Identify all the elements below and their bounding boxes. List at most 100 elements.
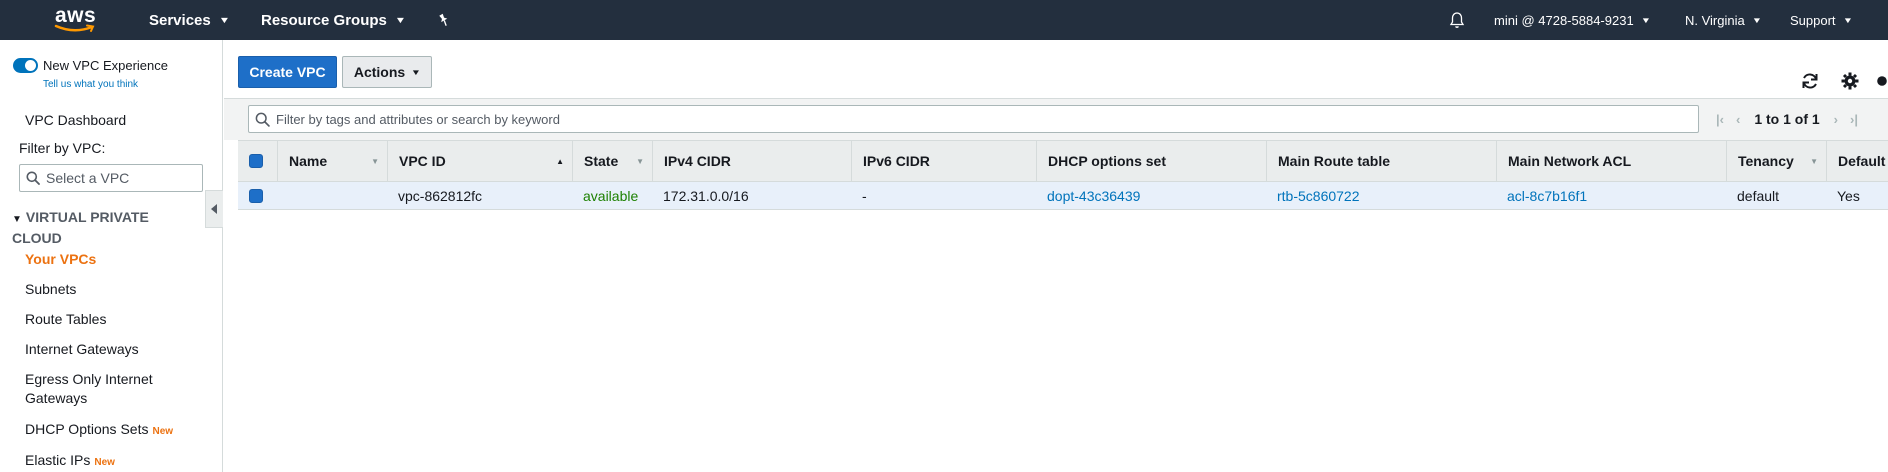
new-vpc-experience-toggle-row[interactable]: New VPC Experience (13, 58, 168, 73)
cell-ipv4-cidr: 172.31.0.0/16 (663, 187, 749, 204)
sidebar-item-egress-only-internet-gateways[interactable]: Egress Only Internet Gateways (25, 370, 175, 408)
gear-icon (1841, 72, 1859, 90)
cell-state: available (583, 187, 639, 204)
help-icon (1877, 76, 1887, 86)
main-content: Create VPC Actions ▼ Filter by tags and … (224, 40, 1888, 472)
column-label: IPv4 CIDR (664, 153, 731, 169)
column-header-tenancy[interactable]: Tenancy ▼ (1726, 141, 1826, 181)
cell-network-acl-link[interactable]: acl-8c7b16f1 (1496, 182, 1726, 209)
sidebar-item-internet-gateways[interactable]: Internet Gateways (25, 340, 139, 359)
aws-smile-icon (54, 24, 95, 32)
last-page-icon[interactable]: ›| (1850, 112, 1858, 127)
filter-by-vpc-label: Filter by VPC: (19, 140, 106, 156)
column-header-main-network-acl[interactable]: Main Network ACL (1496, 141, 1726, 181)
sidebar-item-vpc-dashboard[interactable]: VPC Dashboard (25, 111, 126, 130)
sidebar-item-label: Route Tables (25, 311, 107, 327)
column-label: Default (1838, 153, 1886, 169)
column-header-default[interactable]: Default (1826, 141, 1888, 181)
sort-icon: ▼ (371, 156, 379, 166)
sort-icon: ▼ (1810, 156, 1818, 166)
column-header-dhcp-options-set[interactable]: DHCP options set (1036, 141, 1266, 181)
support-menu[interactable]: Support ▼ (1790, 0, 1853, 40)
sidebar-item-subnets[interactable]: Subnets (25, 280, 76, 299)
create-vpc-button[interactable]: Create VPC (238, 56, 337, 88)
search-input[interactable]: Filter by tags and attributes or search … (248, 105, 1699, 133)
collapse-sidebar-button[interactable] (205, 190, 223, 228)
section-virtual-private-cloud[interactable]: ▼ VIRTUAL PRIVATE CLOUD (12, 208, 182, 247)
account-menu[interactable]: mini @ 4728-5884-9231 ▼ (1494, 0, 1651, 40)
chevron-down-icon: ▼ (411, 67, 422, 77)
pagination-count: 1 to 1 of 1 (1754, 111, 1820, 127)
toggle-label: New VPC Experience (43, 58, 168, 73)
sidebar-item-label: Subnets (25, 281, 77, 297)
chevron-down-icon: ▼ (394, 15, 407, 25)
sort-ascending-icon: ▲ (556, 156, 564, 166)
select-all-checkbox-cell[interactable] (238, 141, 277, 181)
actions-label: Actions (353, 64, 406, 80)
column-header-state[interactable]: State ▼ (572, 141, 652, 181)
row-checkbox-cell[interactable] (238, 182, 277, 209)
sidebar-item-your-vpcs[interactable]: Your VPCs (25, 250, 96, 269)
resource-groups-menu[interactable]: Resource Groups ▼ (261, 0, 407, 40)
sidebar-item-label: Internet Gateways (25, 341, 139, 357)
sidebar-item-label: DHCP Options Sets (25, 421, 149, 437)
notifications-button[interactable] (1449, 0, 1465, 40)
column-label: Main Network ACL (1508, 153, 1632, 169)
actions-button[interactable]: Actions ▼ (342, 56, 432, 88)
bell-icon (1449, 12, 1465, 28)
new-vpc-experience-toggle[interactable] (13, 58, 38, 73)
region-label: N. Virginia (1685, 12, 1745, 28)
services-menu[interactable]: Services ▼ (149, 0, 230, 40)
column-label: IPv6 CIDR (863, 153, 930, 169)
help-button[interactable] (1876, 69, 1888, 93)
column-header-ipv4-cidr[interactable]: IPv4 CIDR (652, 141, 851, 181)
vpc-select-placeholder: Select a VPC (46, 170, 130, 186)
sidebar-item-route-tables[interactable]: Route Tables (25, 310, 106, 329)
sidebar-item-label: Egress Only Internet Gateways (25, 371, 153, 406)
cell-default: Yes (1837, 187, 1860, 204)
column-header-main-route-table[interactable]: Main Route table (1266, 141, 1496, 181)
chevron-down-icon: ▼ (1842, 15, 1853, 25)
first-page-icon[interactable]: |‹ (1716, 112, 1724, 127)
sidebar: New VPC Experience Tell us what you thin… (0, 40, 223, 472)
column-label: Main Route table (1278, 153, 1391, 169)
chevron-left-icon (211, 204, 217, 214)
vpc-select[interactable]: Select a VPC (19, 164, 203, 192)
aws-logo[interactable]: aws (52, 4, 102, 36)
table-row[interactable]: vpc-862812fc available 172.31.0.0/16 - d… (238, 182, 1888, 210)
sidebar-item-label: Your VPCs (25, 251, 97, 267)
cell-route-table-link[interactable]: rtb-5c860722 (1266, 182, 1496, 209)
refresh-button[interactable] (1798, 69, 1822, 93)
resource-groups-label: Resource Groups (261, 11, 387, 29)
next-page-icon[interactable]: › (1834, 112, 1838, 127)
cell-name (277, 182, 387, 209)
new-badge: New (152, 426, 174, 437)
search-icon (255, 112, 270, 127)
section-title-label: VIRTUAL PRIVATE CLOUD (12, 209, 149, 246)
column-label: VPC ID (399, 153, 446, 169)
top-navigation: aws Services ▼ Resource Groups ▼ mini @ … (0, 0, 1888, 40)
pin-button[interactable] (437, 0, 451, 40)
select-all-checkbox[interactable] (249, 154, 263, 168)
sidebar-item-elastic-ips[interactable]: Elastic IPs New (25, 451, 115, 472)
column-header-name[interactable]: Name ▼ (277, 141, 387, 181)
column-label: Name (289, 153, 328, 169)
column-header-ipv6-cidr[interactable]: IPv6 CIDR (851, 141, 1036, 181)
cell-vpc-id: vpc-862812fc (398, 187, 483, 204)
column-label: DHCP options set (1048, 153, 1166, 169)
cell-dhcp-options-link[interactable]: dopt-43c36439 (1036, 182, 1266, 209)
chevron-down-icon: ▼ (218, 15, 230, 25)
pagination: |‹ ‹ 1 to 1 of 1 › ›| (1710, 105, 1864, 133)
column-label: State (584, 153, 619, 169)
column-label: Tenancy (1738, 153, 1794, 169)
search-placeholder: Filter by tags and attributes or search … (276, 111, 560, 127)
cell-tenancy: default (1737, 187, 1780, 204)
row-checkbox[interactable] (249, 188, 263, 203)
search-icon (26, 171, 40, 185)
feedback-link[interactable]: Tell us what you think (43, 79, 138, 90)
column-header-vpc-id[interactable]: VPC ID ▲ (387, 141, 572, 181)
settings-button[interactable] (1838, 69, 1862, 93)
sidebar-item-dhcp-options-sets[interactable]: DHCP Options Sets New (25, 420, 173, 441)
region-menu[interactable]: N. Virginia ▼ (1685, 0, 1762, 40)
previous-page-icon[interactable]: ‹ (1736, 112, 1740, 127)
